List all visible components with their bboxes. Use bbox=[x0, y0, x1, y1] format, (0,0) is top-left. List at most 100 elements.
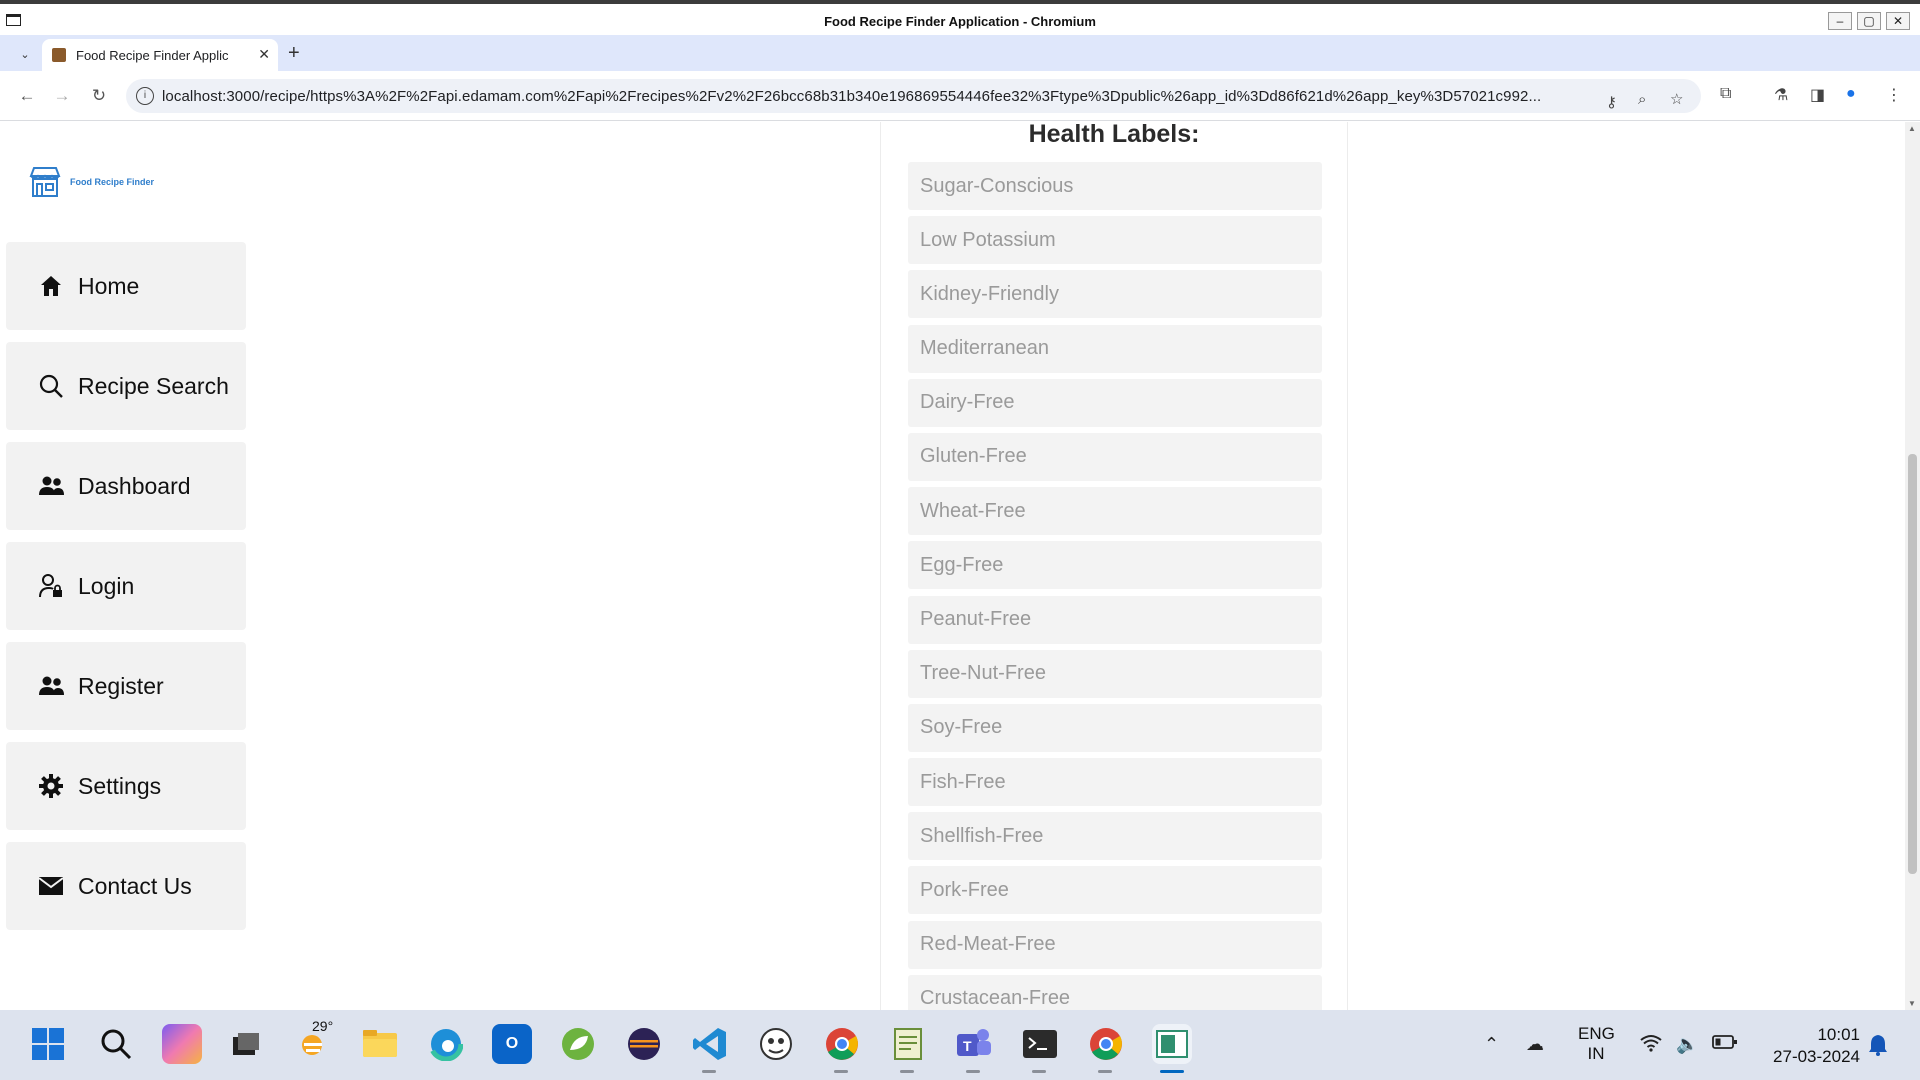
nav-item-settings[interactable]: Settings bbox=[6, 742, 246, 830]
nav-item-label: Home bbox=[78, 272, 140, 299]
new-tab-button[interactable]: + bbox=[288, 42, 300, 65]
mail-icon bbox=[36, 871, 66, 901]
brand[interactable]: Food Recipe Finder bbox=[28, 166, 154, 198]
bookmark-star-icon[interactable]: ☆ bbox=[1670, 90, 1683, 108]
site-info-icon[interactable]: i bbox=[136, 87, 154, 105]
chrome-icon[interactable] bbox=[822, 1024, 862, 1064]
wifi-icon[interactable] bbox=[1640, 1034, 1662, 1057]
nav-item-home[interactable]: Home bbox=[6, 242, 246, 330]
language-indicator[interactable]: ENG IN bbox=[1578, 1024, 1615, 1064]
nav-item-register[interactable]: Register bbox=[6, 642, 246, 730]
address-bar[interactable]: i localhost:3000/recipe/https%3A%2F%2Fap… bbox=[126, 79, 1701, 113]
task-view-icon[interactable] bbox=[226, 1024, 266, 1064]
vscode-icon[interactable] bbox=[690, 1024, 730, 1064]
close-window-button[interactable]: ✕ bbox=[1886, 12, 1910, 30]
user-lock-icon bbox=[36, 571, 66, 601]
weather-temperature: 29° bbox=[312, 1018, 334, 1034]
gear-icon bbox=[36, 771, 66, 801]
battery-icon[interactable] bbox=[1712, 1034, 1738, 1055]
back-arrow-icon[interactable]: ← bbox=[16, 85, 38, 107]
zoom-icon[interactable]: ⌕ bbox=[1638, 91, 1646, 108]
health-label-item: Mediterranean bbox=[908, 324, 1322, 373]
scroll-up-arrow-icon[interactable]: ▲ bbox=[1908, 124, 1916, 133]
taskbar-search-icon[interactable] bbox=[96, 1024, 136, 1064]
health-label-item: Fish-Free bbox=[908, 758, 1322, 807]
users-icon bbox=[36, 671, 66, 701]
edge-browser-icon[interactable] bbox=[426, 1024, 466, 1064]
terminal-icon[interactable] bbox=[1020, 1024, 1060, 1064]
scroll-down-arrow-icon[interactable]: ▼ bbox=[1908, 999, 1916, 1008]
page-scrollbar[interactable]: ▲ ▼ bbox=[1905, 122, 1920, 1010]
clock[interactable]: 10:01 27-03-2024 bbox=[1760, 1024, 1860, 1068]
file-explorer-icon[interactable] bbox=[360, 1024, 400, 1064]
teams-icon[interactable]: T bbox=[954, 1024, 994, 1064]
labs-flask-icon[interactable]: ⚗ bbox=[1774, 85, 1788, 105]
outlook-new-icon[interactable]: O bbox=[492, 1024, 532, 1064]
svg-text:T: T bbox=[963, 1038, 972, 1054]
chrome-profile-running-indicator bbox=[1098, 1070, 1112, 1073]
search-icon bbox=[36, 371, 66, 401]
health-label-item: Wheat-Free bbox=[908, 487, 1322, 536]
menu-kebab-icon[interactable]: ⋮ bbox=[1886, 85, 1902, 105]
start-windows-icon[interactable] bbox=[28, 1024, 68, 1064]
favicon-icon bbox=[52, 48, 66, 62]
clock-time: 10:01 bbox=[1817, 1025, 1860, 1044]
windows-taskbar: 29° O T ⌃ ☁ ENG IN 🔈 10:01 27-03-2024 bbox=[0, 1010, 1920, 1080]
nav-item-recipe-search[interactable]: Recipe Search bbox=[6, 342, 246, 430]
health-label-item: Tree-Nut-Free bbox=[908, 649, 1322, 698]
side-panel-icon[interactable]: ◨ bbox=[1810, 85, 1825, 105]
nav-item-label: Settings bbox=[78, 772, 162, 799]
health-labels-heading: Health Labels: bbox=[1028, 122, 1200, 148]
chrome-profile-icon[interactable] bbox=[1086, 1024, 1126, 1064]
health-label-item: Gluten-Free bbox=[908, 432, 1322, 481]
nav-item-label: Login bbox=[78, 572, 135, 599]
window-title: Food Recipe Finder Application - Chromiu… bbox=[824, 14, 1096, 29]
nav-item-label: Recipe Search bbox=[78, 372, 229, 399]
chromium-active-app-icon[interactable] bbox=[1152, 1024, 1192, 1064]
sidebar-nav: Home Recipe Search Dashboard Login Regis… bbox=[6, 242, 246, 942]
health-labels-list: Sugar-Conscious Low Potassium Kidney-Frien… bbox=[908, 162, 1322, 1010]
url-text[interactable]: localhost:3000/recipe/https%3A%2F%2Fapi.… bbox=[162, 88, 1722, 105]
health-label-item: Low Potassium bbox=[908, 216, 1322, 265]
scrollbar-thumb[interactable] bbox=[1908, 454, 1917, 874]
profile-avatar-icon[interactable]: ● bbox=[1846, 85, 1856, 103]
tab-close-icon[interactable]: ✕ bbox=[258, 46, 270, 63]
health-label-item: Egg-Free bbox=[908, 541, 1322, 590]
reload-icon[interactable]: ↻ bbox=[88, 85, 110, 107]
tab-search-chevron-icon[interactable]: ⌄ bbox=[14, 43, 36, 65]
nav-item-label: Register bbox=[78, 672, 164, 699]
active-app-indicator bbox=[1160, 1070, 1184, 1073]
forward-arrow-icon[interactable]: → bbox=[51, 85, 73, 107]
notepad-running-indicator bbox=[900, 1070, 914, 1073]
volume-icon[interactable]: 🔈 bbox=[1676, 1034, 1698, 1055]
health-label-item: Pork-Free bbox=[908, 866, 1322, 915]
teams-running-indicator bbox=[966, 1070, 980, 1073]
users-icon bbox=[36, 471, 66, 501]
page-viewport: Food Recipe Finder Home Recipe Search Da… bbox=[0, 122, 1905, 1010]
chrome-running-indicator bbox=[834, 1070, 848, 1073]
copilot-icon[interactable] bbox=[162, 1024, 202, 1064]
eclipse-icon[interactable] bbox=[624, 1024, 664, 1064]
notification-bell-icon[interactable] bbox=[1868, 1034, 1888, 1061]
browser-tab[interactable]: Food Recipe Finder Applic ✕ bbox=[42, 39, 278, 71]
game-app-icon[interactable] bbox=[756, 1024, 796, 1064]
health-label-item: Soy-Free bbox=[908, 703, 1322, 752]
health-label-item: Kidney-Friendly bbox=[908, 270, 1322, 319]
key-icon[interactable]: ⚷ bbox=[1606, 93, 1617, 111]
health-label-item: Peanut-Free bbox=[908, 595, 1322, 644]
browser-toolbar: ← → ↻ i localhost:3000/recipe/https%3A%2… bbox=[0, 71, 1920, 121]
onedrive-cloud-icon[interactable]: ☁ bbox=[1526, 1034, 1544, 1055]
home-icon bbox=[36, 271, 66, 301]
show-hidden-icons-chevron-icon[interactable]: ⌃ bbox=[1484, 1034, 1499, 1055]
extensions-icon[interactable]: ⧉ bbox=[1720, 85, 1731, 103]
clock-date: 27-03-2024 bbox=[1773, 1047, 1860, 1066]
spring-tools-icon[interactable] bbox=[558, 1024, 598, 1064]
tab-title: Food Recipe Finder Applic bbox=[76, 48, 229, 63]
maximize-button[interactable]: ▢ bbox=[1857, 12, 1881, 30]
nav-item-contact-us[interactable]: Contact Us bbox=[6, 842, 246, 930]
nav-item-dashboard[interactable]: Dashboard bbox=[6, 442, 246, 530]
minimize-button[interactable]: – bbox=[1828, 12, 1852, 30]
nav-item-login[interactable]: Login bbox=[6, 542, 246, 630]
notepad-icon[interactable] bbox=[888, 1024, 928, 1064]
health-label-item: Shellfish-Free bbox=[908, 812, 1322, 861]
